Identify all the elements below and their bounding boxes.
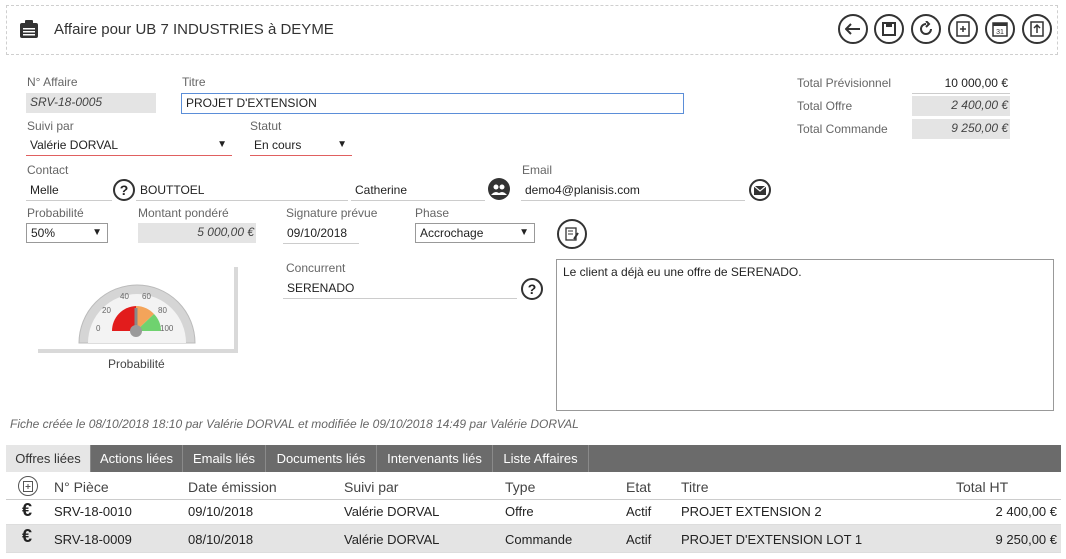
col-header[interactable]: Etat xyxy=(626,479,651,495)
chevron-down-icon: ▼ xyxy=(337,139,347,150)
table-row[interactable]: € SRV-18-0009 08/10/2018 Valérie DORVAL … xyxy=(6,525,1061,553)
save-icon[interactable] xyxy=(874,14,904,44)
gauge-label: Probabilité xyxy=(108,357,165,371)
table-row[interactable]: € SRV-18-0010 09/10/2018 Valérie DORVAL … xyxy=(6,499,1061,525)
edit-note-icon[interactable] xyxy=(557,219,587,249)
tab-documents-lies[interactable]: Documents liés xyxy=(266,445,377,472)
new-document-icon[interactable] xyxy=(948,14,978,44)
gauge-tick: 20 xyxy=(102,306,111,315)
tab-actions-liees[interactable]: Actions liées xyxy=(91,445,183,472)
total-offre-value: 2 400,00 € xyxy=(912,96,1010,116)
suivi-label: Suivi par xyxy=(27,119,74,133)
concurrent-label: Concurrent xyxy=(286,261,346,275)
cell-piece: SRV-18-0010 xyxy=(54,504,132,519)
gauge-tick: 0 xyxy=(96,324,101,333)
gauge-tick: 100 xyxy=(160,324,174,333)
gauge-tick: 80 xyxy=(158,306,167,315)
chevron-down-icon: ▼ xyxy=(217,139,227,150)
suivi-value: Valérie DORVAL xyxy=(30,138,119,152)
cell-date: 08/10/2018 xyxy=(188,532,254,547)
tab-intervenants-lies[interactable]: Intervenants liés xyxy=(377,445,493,472)
phase-value: Accrochage xyxy=(420,226,484,240)
montant-label: Montant pondéré xyxy=(138,206,229,220)
col-header[interactable]: Titre xyxy=(681,479,708,495)
audit-note: Fiche créée le 08/10/2018 18:10 par Valé… xyxy=(10,417,579,431)
suivi-select[interactable]: Valérie DORVAL ▼ xyxy=(26,136,232,156)
col-header[interactable]: Suivi par xyxy=(344,479,398,495)
note-textarea[interactable]: Le client a déjà eu une offre de SERENAD… xyxy=(556,259,1054,411)
total-commande-value: 9 250,00 € xyxy=(912,119,1010,139)
statut-value: En cours xyxy=(254,138,302,152)
civilite-field[interactable]: Melle xyxy=(26,181,112,201)
back-icon[interactable] xyxy=(838,14,868,44)
col-header[interactable]: Total HT xyxy=(956,479,1008,495)
total-previsionnel-value: 10 000,00 € xyxy=(912,74,1010,94)
signature-field[interactable]: 09/10/2018 xyxy=(283,224,359,244)
euro-icon: € xyxy=(22,500,33,520)
cell-etat: Actif xyxy=(626,532,652,547)
phase-select[interactable]: Accrochage ▼ xyxy=(415,223,535,243)
contacts-icon[interactable] xyxy=(488,178,510,200)
col-header[interactable]: Date émission xyxy=(188,479,277,495)
help-icon[interactable]: ? xyxy=(521,278,543,300)
chevron-down-icon: ▼ xyxy=(92,227,102,238)
gauge-tick: 60 xyxy=(142,292,151,301)
gauge-tick: 40 xyxy=(120,292,129,301)
col-header[interactable]: Type xyxy=(505,479,535,495)
euro-icon: € xyxy=(22,526,33,546)
svg-text:31: 31 xyxy=(996,29,1004,36)
cell-suivi: Valérie DORVAL xyxy=(344,532,440,547)
montant-value: 5 000,00 € xyxy=(138,223,256,243)
cell-total: 9 250,00 € xyxy=(995,532,1057,547)
concurrent-field[interactable]: SERENADO xyxy=(283,279,517,299)
tab-emails-lies[interactable]: Emails liés xyxy=(183,445,266,472)
cell-etat: Actif xyxy=(626,504,652,519)
cell-titre: PROJET EXTENSION 2 xyxy=(681,504,822,519)
phase-label: Phase xyxy=(415,206,450,220)
email-label: Email xyxy=(522,163,553,177)
cell-type: Offre xyxy=(505,504,534,519)
col-header[interactable]: N° Pièce xyxy=(54,479,109,495)
add-document-icon[interactable] xyxy=(18,476,38,496)
total-offre-label: Total Offre xyxy=(797,99,853,113)
probability-gauge: 0 20 40 60 80 100 xyxy=(36,265,240,353)
tab-offres-liees[interactable]: Offres liées xyxy=(6,445,91,472)
upload-icon[interactable] xyxy=(1022,14,1052,44)
statut-select[interactable]: En cours ▼ xyxy=(250,136,352,156)
signature-label: Signature prévue xyxy=(286,206,378,220)
cell-total: 2 400,00 € xyxy=(995,504,1057,519)
refresh-icon[interactable] xyxy=(911,14,941,44)
titre-input[interactable]: PROJET D'EXTENSION xyxy=(181,93,684,114)
page-title: Affaire pour UB 7 INDUSTRIES à DEYME xyxy=(54,21,334,38)
numero-field: SRV-18-0005 xyxy=(26,93,156,113)
email-field[interactable]: demo4@planisis.com xyxy=(521,181,745,201)
cell-type: Commande xyxy=(505,532,573,547)
statut-label: Statut xyxy=(250,119,282,133)
probabilite-select[interactable]: 50% ▼ xyxy=(26,223,108,243)
prenom-field[interactable]: Catherine xyxy=(351,181,485,201)
numero-label: N° Affaire xyxy=(27,75,78,89)
cell-titre: PROJET D'EXTENSION LOT 1 xyxy=(681,532,863,547)
contact-label: Contact xyxy=(27,163,69,177)
cell-suivi: Valérie DORVAL xyxy=(344,504,440,519)
menu-icon[interactable] xyxy=(18,20,40,40)
cell-piece: SRV-18-0009 xyxy=(54,532,132,547)
help-icon[interactable]: ? xyxy=(113,179,135,201)
probabilite-label: Probabilité xyxy=(27,206,84,220)
total-commande-label: Total Commande xyxy=(797,122,888,136)
probabilite-value: 50% xyxy=(31,226,56,240)
mail-icon[interactable] xyxy=(749,179,771,201)
titre-label: Titre xyxy=(182,75,206,89)
cell-date: 09/10/2018 xyxy=(188,504,254,519)
tab-bar: Offres liées Actions liées Emails liés D… xyxy=(6,445,1061,472)
nom-field[interactable]: BOUTTOEL xyxy=(136,181,348,201)
tab-liste-affaires[interactable]: Liste Affaires xyxy=(493,445,589,472)
calendar-icon[interactable]: 31 xyxy=(985,14,1015,44)
chevron-down-icon: ▼ xyxy=(519,227,529,238)
total-previsionnel-label: Total Prévisionnel xyxy=(797,76,892,90)
